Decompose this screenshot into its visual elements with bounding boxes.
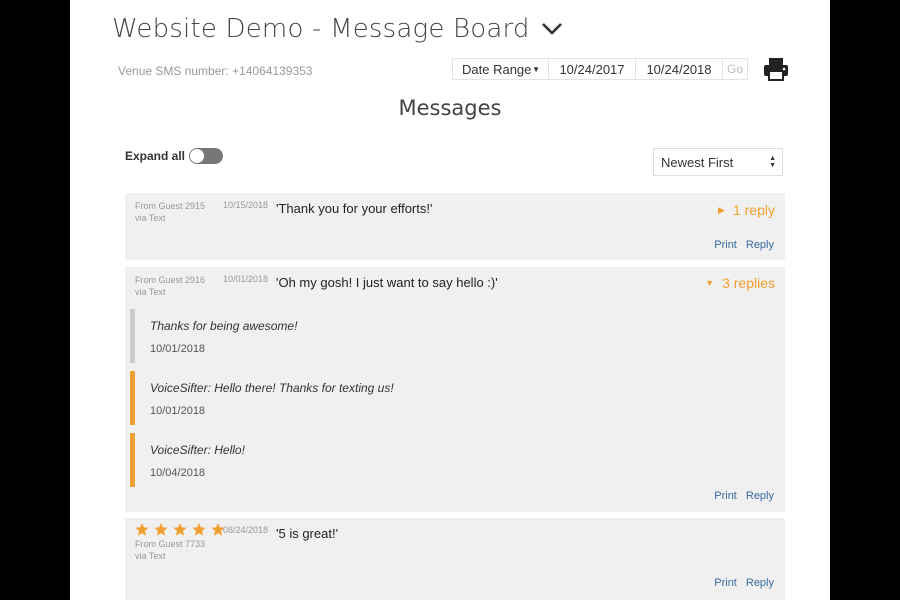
star-icon <box>173 522 187 536</box>
date-range-select[interactable]: Date Range ▼ <box>453 59 549 79</box>
message-channel: via Text <box>135 287 166 297</box>
print-link[interactable]: Print <box>714 490 737 502</box>
caret-down-icon: ▼ <box>532 64 540 74</box>
replies-count: 1 reply <box>732 202 775 218</box>
date-filter-bar: Date Range ▼ 10/24/2017 10/24/2018 Go <box>452 58 748 80</box>
venue-sms-number: Venue SMS number: +14064139353 <box>118 64 313 78</box>
message-card: From Guest 2916 via Text 10/01/2018 'Oh … <box>125 267 785 512</box>
print-link[interactable]: Print <box>714 577 737 589</box>
reply-date: 10/04/2018 <box>150 467 206 479</box>
end-date-input[interactable]: 10/24/2018 <box>636 59 723 79</box>
replies-toggle[interactable]: ▼ 3 replies <box>705 275 775 291</box>
reply-date: 10/01/2018 <box>150 343 206 355</box>
message-actions: Print Reply <box>705 490 774 502</box>
expand-all-toggle[interactable] <box>189 148 224 164</box>
message-board-page: Website Demo - Message Board Venue SMS n… <box>70 0 830 600</box>
message-date: 10/15/2018 <box>223 200 269 210</box>
message-channel: via Text <box>135 551 166 561</box>
replies-toggle[interactable]: ▶ 1 reply <box>718 202 775 218</box>
sort-order-select[interactable]: Newest First ▲ ▼ <box>653 148 783 176</box>
printer-icon[interactable] <box>762 56 790 82</box>
reply-item: VoiceSifter: Hello! 10/04/2018 <box>130 433 770 487</box>
message-text: 'Thank you for your efforts!' <box>276 201 433 216</box>
message-card: From Guest 2915 via Text 10/15/2018 'Tha… <box>125 193 785 260</box>
message-card: From Guest 7733 via Text 08/24/2018 '5 i… <box>125 518 785 600</box>
date-range-label: Date Range <box>462 61 532 77</box>
reply-link[interactable]: Reply <box>746 577 774 589</box>
reply-accent-bar <box>130 309 135 363</box>
sender-name: From Guest 7733 <box>135 539 206 549</box>
star-icon <box>192 522 206 536</box>
message-channel: via Text <box>135 213 166 223</box>
message-date: 08/24/2018 <box>223 525 269 535</box>
message-sender: From Guest 2915 via Text <box>135 200 205 224</box>
reply-link[interactable]: Reply <box>746 239 774 251</box>
reply-date: 10/01/2018 <box>150 405 206 417</box>
reply-accent-bar <box>130 433 135 487</box>
reply-text: VoiceSifter: Hello there! Thanks for tex… <box>150 381 394 395</box>
star-rating <box>134 522 229 537</box>
sort-selected-value: Newest First <box>661 154 734 170</box>
expand-all-row: Expand all <box>125 148 224 164</box>
star-icon <box>135 522 149 536</box>
caret-down-icon: ▼ <box>705 278 715 288</box>
reply-text: Thanks for being awesome! <box>150 319 298 333</box>
message-date: 10/01/2018 <box>223 274 269 284</box>
message-sender: From Guest 2916 via Text <box>135 274 205 298</box>
reply-link[interactable]: Reply <box>746 490 774 502</box>
start-date-input[interactable]: 10/24/2017 <box>549 59 636 79</box>
select-arrows-icon: ▲ ▼ <box>769 155 776 169</box>
reply-accent-bar <box>130 371 135 425</box>
caret-right-icon: ▶ <box>718 204 725 215</box>
board-title: Website Demo - Message Board <box>112 14 530 44</box>
message-sender: From Guest 7733 via Text <box>135 538 205 562</box>
message-actions: Print Reply <box>705 239 774 251</box>
toggle-knob <box>190 149 205 163</box>
board-title-row[interactable]: Website Demo - Message Board <box>112 14 564 44</box>
reply-item: Thanks for being awesome! 10/01/2018 <box>130 309 770 363</box>
replies-count: 3 replies <box>722 275 775 291</box>
reply-text: VoiceSifter: Hello! <box>150 443 245 457</box>
star-icon <box>154 522 168 536</box>
chevron-down-icon[interactable] <box>540 20 564 38</box>
message-actions: Print Reply <box>705 577 774 589</box>
expand-all-label: Expand all <box>125 149 186 163</box>
print-link[interactable]: Print <box>714 239 737 251</box>
sender-name: From Guest 2916 <box>135 275 206 285</box>
reply-item: VoiceSifter: Hello there! Thanks for tex… <box>130 371 770 425</box>
message-text: '5 is great!' <box>276 526 339 541</box>
sender-name: From Guest 2915 <box>135 201 206 211</box>
message-text: 'Oh my gosh! I just want to say hello :)… <box>276 275 498 290</box>
go-button[interactable]: Go <box>723 59 747 79</box>
page-heading: Messages <box>398 96 502 120</box>
